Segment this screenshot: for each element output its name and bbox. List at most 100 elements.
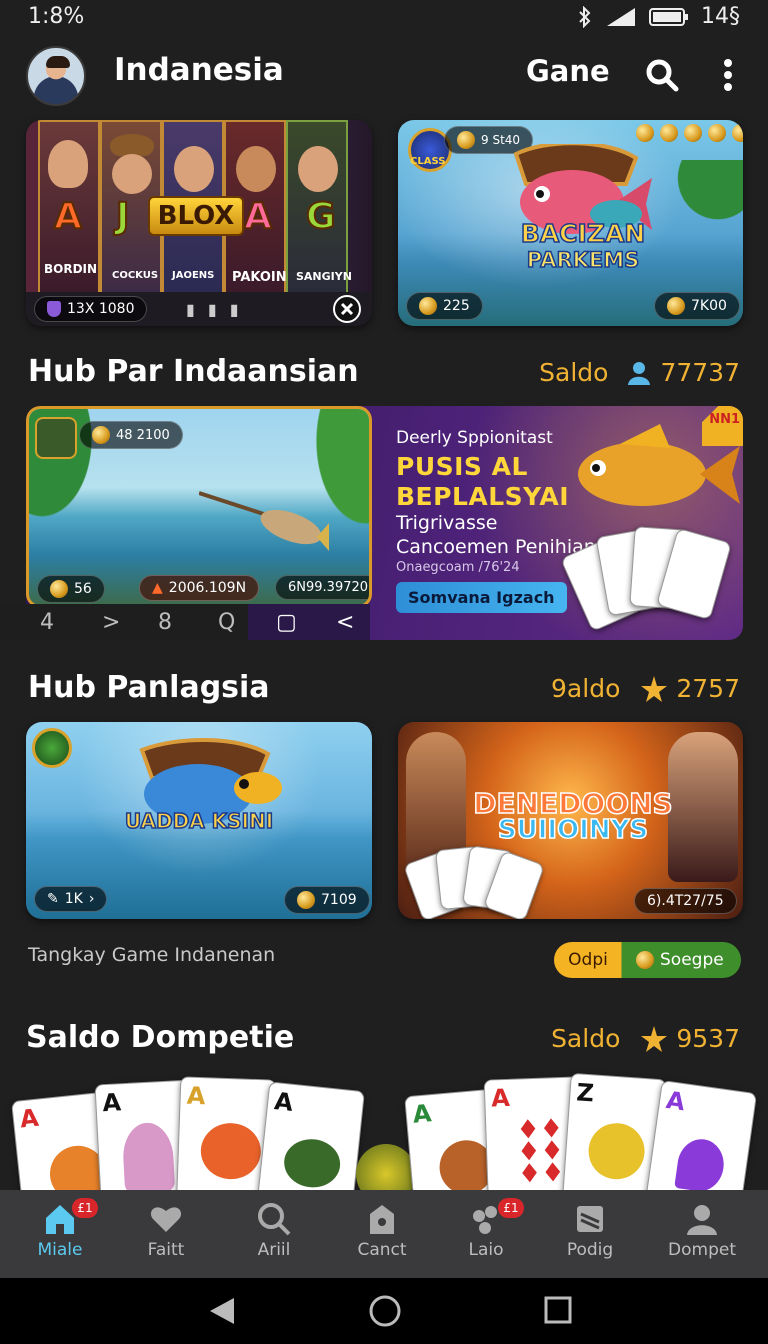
gold-fish-illustration — [578, 424, 740, 506]
toggle-option-left[interactable]: Odpi — [554, 950, 622, 970]
bluetooth-icon — [579, 5, 591, 28]
reel-letter: J — [115, 195, 130, 238]
section-title: Saldo Dompetie — [26, 1020, 295, 1055]
coin-icon — [92, 426, 110, 444]
left-info-pill: 56 — [37, 575, 105, 603]
search-icon[interactable] — [645, 58, 679, 92]
app-screen: 1:8% 14§ Indanesia Gane A J A G BLOX BOR… — [0, 0, 768, 1344]
game-title: UADDA KSINI — [124, 808, 274, 834]
nav-back-icon[interactable]: < — [336, 610, 354, 635]
game-title: BACIZAN PARKEMS — [508, 219, 658, 274]
coin-icon — [660, 124, 678, 142]
fish-game-banner[interactable]: CLASS 9 St40 BACIZAN PARKEMS 225 7K00 — [398, 120, 743, 326]
card-art — [199, 1122, 262, 1181]
reel-letter: G — [305, 195, 337, 238]
game-badge-icon — [35, 417, 77, 459]
shield-icon — [47, 301, 61, 317]
right-info-text: 6N99.39720 — [288, 580, 369, 595]
mode-toggle[interactable]: Odpi Soegpe — [554, 942, 741, 978]
more-menu-icon[interactable] — [722, 58, 734, 92]
promo-cta-button[interactable]: Somvana Igzach — [396, 582, 567, 613]
right-info-pill: 7109 — [284, 886, 370, 914]
card-art — [586, 1121, 647, 1182]
card-game-tile[interactable]: DENEDOONS SUIIOINYS 6).4T27/75 — [398, 722, 743, 919]
card-games-row[interactable]: A A A A A A ♦♦ ♦♦ ♦♦ Z A — [0, 1064, 768, 1194]
card-art — [674, 1136, 727, 1194]
diamond-pips: ♦♦ ♦♦ ♦♦ — [515, 1113, 566, 1190]
section-title: Hub Panlagsia — [28, 670, 270, 705]
saldo-display: 9aldo 2757 — [551, 674, 740, 703]
recents-icon[interactable] — [544, 1296, 572, 1324]
toggle-option-right[interactable]: Soegpe — [660, 950, 724, 970]
nav-search-icon[interactable]: Q — [218, 610, 235, 635]
saldo-label: Saldo — [539, 358, 609, 387]
home-button-icon[interactable] — [368, 1294, 402, 1328]
cowboy-hat — [110, 134, 154, 156]
reel-label: PAKOIN — [232, 270, 287, 285]
bottom-navigation: £1 Miale Faitt Ariil Canct £1 Laio Podig… — [0, 1190, 768, 1278]
flame-icon: ▲ — [152, 580, 163, 596]
nav-item-cancel[interactable]: Canct — [332, 1190, 432, 1278]
card-art — [121, 1121, 176, 1194]
saldo-value: 2757 — [676, 674, 740, 703]
left-info-text: 225 — [443, 298, 470, 314]
saldo-display: Saldo 77737 — [539, 358, 740, 387]
slot-game-banner[interactable]: A J A G BLOX BORDIN COCKUS JAOENS PAKOIN… — [26, 120, 372, 326]
card-fan — [560, 524, 743, 632]
fish-game-tile[interactable]: UADDA KSINI ✎ 1K › 7109 — [26, 722, 372, 919]
palm-leaves — [648, 160, 743, 250]
playing-card[interactable]: A — [642, 1079, 758, 1194]
nav-item-documents[interactable]: Podig — [540, 1190, 640, 1278]
reel-label: SANGIYN — [296, 270, 352, 283]
nav-page-number[interactable]: 4 — [40, 610, 54, 635]
header-title: Indanesia — [114, 52, 284, 88]
fishing-rod-illustration — [199, 491, 329, 551]
game-badge-icon — [32, 728, 72, 768]
section-title: Hub Par Indaansian — [28, 354, 359, 389]
card-rank: A — [186, 1081, 206, 1111]
nav-forward-icon[interactable]: > — [102, 610, 120, 635]
reel-label: COCKUS — [112, 270, 159, 281]
heart-icon — [150, 1207, 182, 1232]
game-menu-link[interactable]: Gane — [526, 54, 610, 88]
right-info-pill: 6N99.39720 — [275, 575, 369, 600]
playing-card[interactable]: A — [255, 1081, 365, 1194]
right-info-text: 7109 — [321, 892, 357, 908]
mascot-icon — [356, 1144, 416, 1194]
nav-item-search[interactable]: Ariil — [224, 1190, 324, 1278]
game-badge-label: CLASS — [410, 156, 446, 167]
nav-item-favorites[interactable]: Faitt — [116, 1190, 216, 1278]
character-face — [236, 146, 276, 192]
back-icon[interactable] — [208, 1296, 236, 1326]
reel-letter: A — [53, 195, 83, 238]
top-info-pill: 48 2100 — [79, 421, 183, 449]
status-time: 1:8% — [28, 4, 85, 29]
nav-label: Ariil — [257, 1240, 291, 1260]
game-title: DENEDOONS SUIIOINYS — [458, 789, 688, 845]
shield-icon — [370, 1205, 394, 1234]
nav-page-number[interactable]: 8 — [158, 610, 172, 635]
nav-item-wallet[interactable]: Dompet — [652, 1190, 752, 1278]
nav-item-home[interactable]: £1 Miale — [10, 1190, 110, 1278]
nav-label: Canct — [357, 1240, 407, 1260]
coin-icon — [708, 124, 726, 142]
promo-line: Trigrivasse — [396, 512, 498, 534]
nav-label: Miale — [37, 1240, 83, 1260]
card-rank: A — [18, 1103, 40, 1134]
battery-icon — [649, 7, 688, 26]
left-info-text: 56 — [74, 581, 92, 597]
close-icon[interactable] — [332, 294, 362, 324]
coin-icon — [667, 297, 685, 315]
nav-item-group[interactable]: £1 Laio — [436, 1190, 536, 1278]
avatar[interactable] — [26, 46, 86, 106]
nav-label: Laio — [468, 1240, 504, 1260]
top-info-text: 48 2100 — [116, 427, 170, 443]
nav-label: Podig — [566, 1240, 614, 1260]
fishing-game-card[interactable]: 48 2100 56 ▲ 2006.109N 6N99.39720 — [26, 406, 372, 608]
nav-square-icon[interactable]: ▢ — [276, 610, 297, 635]
coin-icon — [457, 131, 475, 149]
coin-icon — [636, 951, 654, 969]
user-icon — [628, 361, 651, 385]
promo-title-line: PUSIS AL — [396, 452, 528, 481]
nav-label: Dompet — [668, 1240, 736, 1260]
